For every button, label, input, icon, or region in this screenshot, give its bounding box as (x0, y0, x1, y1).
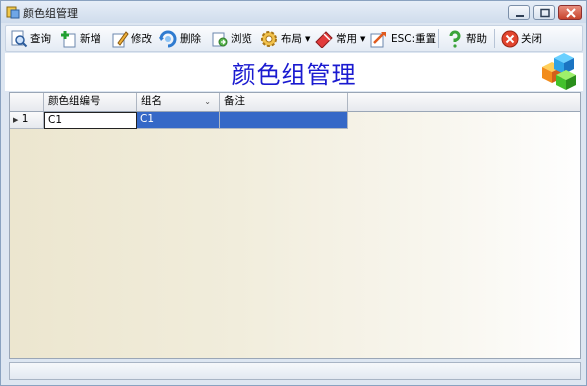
toolbar-separator (438, 29, 439, 48)
add-button[interactable]: 新增 (60, 28, 101, 49)
delete-icon (159, 30, 177, 47)
layout-dropdown-arrow: ▼ (305, 34, 311, 43)
grid-header: 颜色组编号 组名 ⌄ 备注 (10, 93, 580, 112)
browse-icon (212, 32, 228, 46)
help-label: 帮助 (466, 33, 487, 45)
row-pointer-icon: ▶ (13, 116, 19, 124)
main-window: 颜色组管理 查询 新增 修改 删除 浏览 布局 ▼ 常用 ▼ ESC:重置 帮助… (0, 0, 587, 386)
title-bar[interactable]: 颜色组管理 (1, 1, 586, 23)
help-button[interactable]: 帮助 (446, 28, 487, 49)
toolbar: 查询 新增 修改 删除 浏览 布局 ▼ 常用 ▼ ESC:重置 帮助 关闭 (5, 25, 583, 52)
gear-icon (261, 30, 277, 47)
table-row[interactable]: ▶ 1 C1 C1 (10, 112, 580, 129)
sort-icon: ⌄ (204, 97, 211, 106)
add-icon (61, 30, 76, 47)
edit-icon (112, 30, 129, 47)
layout-button[interactable]: 布局 ▼ (259, 28, 310, 49)
close-label: 关闭 (521, 33, 542, 45)
query-button[interactable]: 查询 (10, 28, 51, 49)
toolbar-separator (494, 29, 495, 48)
column-header-code[interactable]: 颜色组编号 (44, 93, 137, 111)
browse-label: 浏览 (231, 33, 252, 45)
cell-note[interactable] (220, 112, 348, 129)
status-bar (9, 362, 581, 380)
query-label: 查询 (30, 33, 51, 45)
minimize-button[interactable] (508, 5, 530, 20)
maximize-button[interactable] (533, 5, 555, 20)
reset-icon (370, 31, 386, 47)
layout-label: 布局 (281, 33, 302, 45)
common-label: 常用 (336, 33, 357, 45)
edit-label: 修改 (131, 33, 152, 45)
close-button[interactable]: 关闭 (501, 28, 542, 49)
reset-button[interactable]: ESC:重置 (369, 28, 436, 49)
row-header-corner (10, 93, 44, 111)
common-icon (315, 30, 333, 48)
close-window-icon (566, 8, 576, 18)
data-grid[interactable]: 颜色组编号 组名 ⌄ 备注 ▶ 1 C1 C1 (9, 92, 581, 359)
add-label: 新增 (80, 33, 101, 45)
reset-label: ESC:重置 (391, 33, 437, 45)
column-header-note[interactable]: 备注 (220, 93, 348, 111)
page-title: 颜色组管理 (231, 61, 357, 89)
page-header: 颜色组管理 (5, 53, 583, 91)
delete-label: 删除 (180, 33, 201, 45)
maximize-icon (540, 8, 550, 18)
cubes-logo (542, 53, 576, 90)
close-window-button[interactable] (558, 5, 582, 20)
cell-code[interactable]: C1 (44, 112, 137, 129)
column-header-name[interactable]: 组名 ⌄ (137, 93, 220, 111)
common-dropdown-arrow: ▼ (360, 34, 366, 43)
edit-button[interactable]: 修改 (111, 28, 152, 49)
delete-button[interactable]: 删除 (158, 28, 201, 49)
row-indicator[interactable]: ▶ 1 (10, 112, 44, 129)
app-icon (6, 6, 20, 19)
search-icon (11, 30, 28, 47)
browse-button[interactable]: 浏览 (211, 28, 252, 49)
minimize-icon (516, 15, 524, 17)
cell-name[interactable]: C1 (137, 112, 220, 129)
window-title: 颜色组管理 (23, 7, 78, 20)
close-icon (501, 30, 519, 47)
help-icon (449, 30, 461, 48)
common-button[interactable]: 常用 ▼ (314, 28, 365, 49)
